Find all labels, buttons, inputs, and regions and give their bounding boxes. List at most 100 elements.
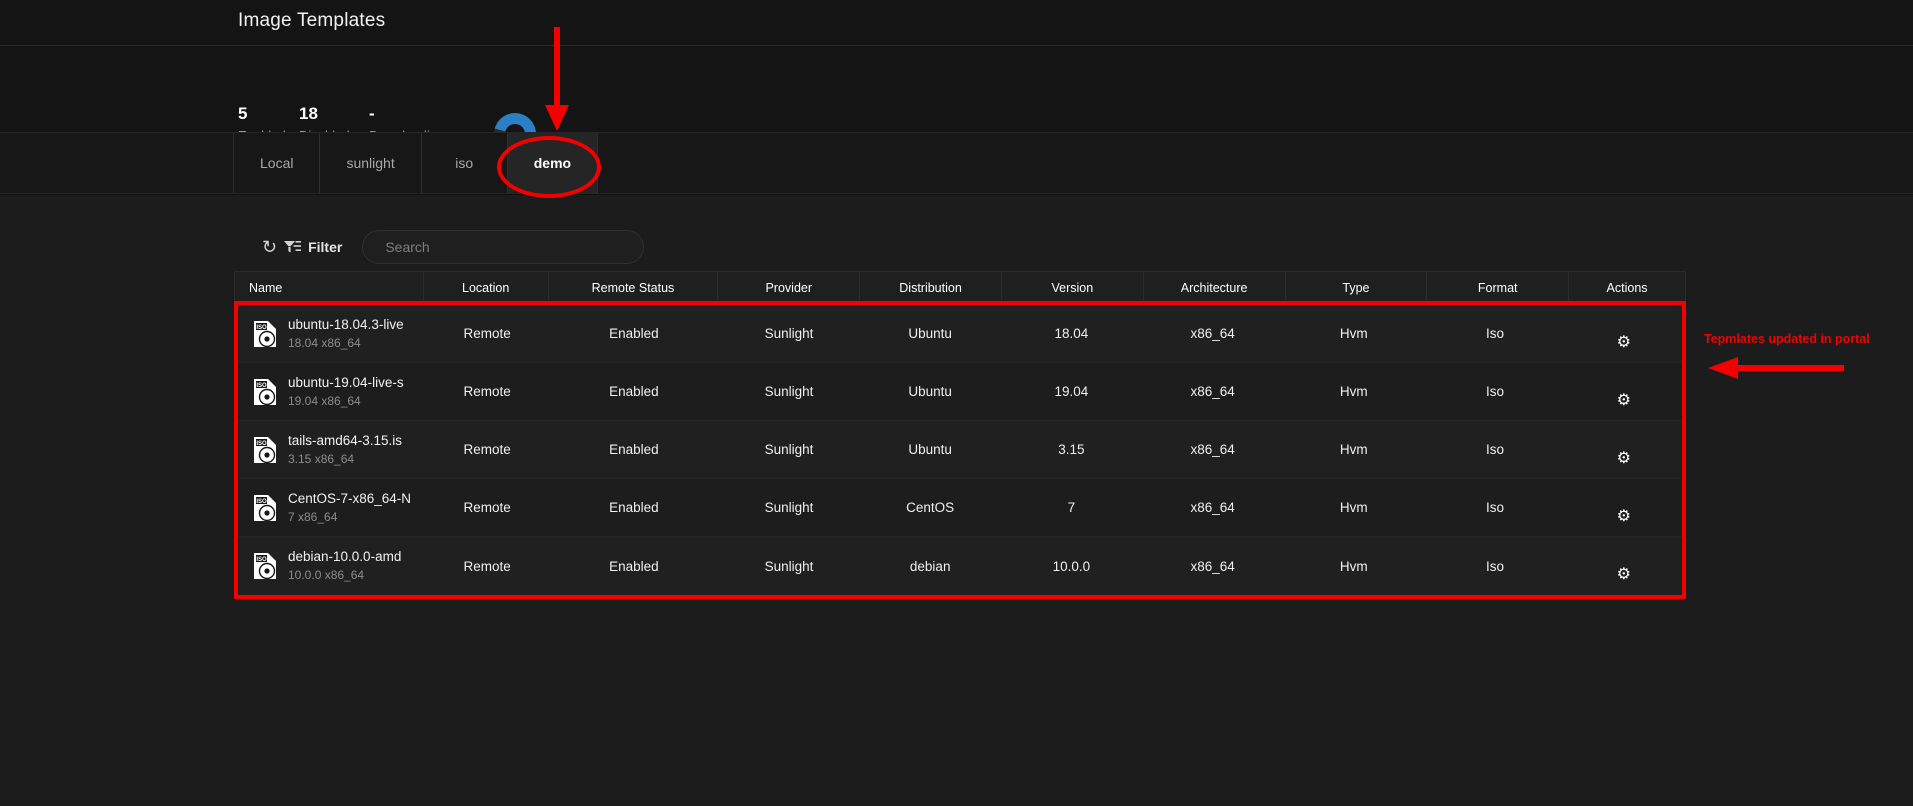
tab-demo-label: demo xyxy=(533,155,572,171)
left-arrow-annotation xyxy=(1708,357,1844,379)
stat-disabled-value: 18 xyxy=(299,104,318,123)
gear-icon[interactable]: ⚙ xyxy=(1617,450,1631,467)
column-header-version[interactable]: Version xyxy=(1000,271,1143,305)
template-subtitle: 7 x86_64 xyxy=(288,509,338,524)
cell-architecture: x86_64 xyxy=(1190,500,1235,515)
cell-name: ISO CentOS-7-x86_64-N 7 x86_64 xyxy=(238,490,425,526)
table-row[interactable]: ISO ubuntu-19.04-live-s 19.04 x86_64 Rem… xyxy=(238,363,1682,421)
template-subtitle: 19.04 x86_64 xyxy=(288,393,361,408)
cell-actions: ⚙ xyxy=(1566,317,1682,351)
svg-text:ISO: ISO xyxy=(256,441,267,447)
tab-iso[interactable]: iso xyxy=(420,133,507,193)
cell-format: Iso xyxy=(1485,500,1504,515)
filter-icon[interactable] xyxy=(284,240,302,254)
stat-enabled-value: 5 xyxy=(238,104,248,123)
gear-icon[interactable]: ⚙ xyxy=(1617,392,1631,409)
cell-type: Hvm xyxy=(1339,384,1368,399)
gear-icon[interactable]: ⚙ xyxy=(1617,567,1631,583)
cell-version: 7 xyxy=(1067,500,1076,515)
gear-icon[interactable]: ⚙ xyxy=(1617,508,1631,525)
column-header-type[interactable]: Type xyxy=(1284,271,1427,305)
template-name: tails-amd64-3.15.is xyxy=(288,432,403,448)
cell-version: 18.04 xyxy=(1054,326,1089,341)
svg-text:ISO: ISO xyxy=(256,383,267,389)
svg-text:ISO: ISO xyxy=(256,325,267,331)
search-input[interactable] xyxy=(385,239,622,255)
cell-remote-status: Enabled xyxy=(609,500,659,515)
cell-location: Remote xyxy=(463,384,511,399)
search-box[interactable] xyxy=(362,230,645,264)
template-name: ubuntu-18.04.3-live xyxy=(288,316,404,332)
cell-architecture: x86_64 xyxy=(1190,558,1235,574)
column-header-architecture[interactable]: Architecture xyxy=(1142,271,1285,305)
iso-file-icon: ISO xyxy=(254,436,276,463)
page-title: Image Templates xyxy=(238,10,386,31)
cell-actions: ⚙ xyxy=(1566,375,1682,409)
name-block: tails-amd64-3.15.is 3.15 x86_64 xyxy=(288,432,402,468)
template-subtitle: 3.15 x86_64 xyxy=(288,451,355,466)
table-row[interactable]: ISO CentOS-7-x86_64-N 7 x86_64 Remote En… xyxy=(238,479,1682,537)
column-header-name[interactable]: Name xyxy=(235,271,423,305)
tab-sunlight[interactable]: sunlight xyxy=(319,133,420,193)
cell-location: Remote xyxy=(463,500,511,515)
name-block: ubuntu-18.04.3-live 18.04 x86_64 xyxy=(288,316,404,352)
cell-architecture: x86_64 xyxy=(1190,442,1235,457)
cell-architecture: x86_64 xyxy=(1190,384,1235,399)
column-header-remote-status[interactable]: Remote Status xyxy=(547,271,718,305)
cell-provider: Sunlight xyxy=(764,442,814,457)
cell-location: Remote xyxy=(463,442,511,457)
cell-format: Iso xyxy=(1485,558,1504,574)
tab-bar: Local sunlight iso demo xyxy=(0,132,1913,194)
iso-file-icon: ISO xyxy=(254,378,276,405)
cell-distribution: debian xyxy=(909,558,951,574)
cell-distribution: Ubuntu xyxy=(908,384,952,399)
name-block: CentOS-7-x86_64-N 7 x86_64 xyxy=(288,490,411,526)
cell-format: Iso xyxy=(1485,442,1504,457)
gear-icon[interactable]: ⚙ xyxy=(1617,334,1631,351)
column-header-actions: Actions xyxy=(1568,271,1685,305)
cell-type: Hvm xyxy=(1339,500,1368,515)
cell-remote-status: Enabled xyxy=(609,384,659,399)
annotation-note: Tepmlates updated in portal xyxy=(1704,332,1870,346)
filter-label[interactable]: Filter xyxy=(308,239,342,255)
cell-provider: Sunlight xyxy=(764,384,814,399)
tab-local-label: Local xyxy=(260,155,294,171)
cell-type: Hvm xyxy=(1339,558,1368,574)
stat-downloading-value: - xyxy=(369,104,375,123)
down-arrow-annotation xyxy=(545,27,569,131)
column-header-location[interactable]: Location xyxy=(422,271,548,305)
template-subtitle: 18.04 x86_64 xyxy=(288,335,361,350)
cell-location: Remote xyxy=(463,558,511,574)
template-name: CentOS-7-x86_64-N xyxy=(288,490,412,506)
cell-provider: Sunlight xyxy=(764,326,814,341)
cell-actions: ⚙ xyxy=(1566,549,1682,583)
title-bar: Image Templates xyxy=(0,0,1913,46)
cell-name: ISO debian-10.0.0-amd 10.0.0 x86_64 xyxy=(238,548,425,584)
template-subtitle: 10.0.0 x86_64 xyxy=(288,568,365,582)
template-name: ubuntu-19.04-live-s xyxy=(288,374,404,390)
cell-provider: Sunlight xyxy=(764,500,814,515)
table-row[interactable]: ISO tails-amd64-3.15.is 3.15 x86_64 Remo… xyxy=(238,421,1682,479)
column-header-provider[interactable]: Provider xyxy=(717,271,859,305)
cell-remote-status: Enabled xyxy=(609,326,659,341)
tab-local[interactable]: Local xyxy=(233,133,319,193)
svg-text:ISO: ISO xyxy=(256,557,267,563)
tab-sunlight-label: sunlight xyxy=(346,155,395,171)
refresh-icon[interactable]: ↻ xyxy=(262,238,277,256)
table-row[interactable]: ISO debian-10.0.0-amd 10.0.0 x86_64 Remo… xyxy=(238,537,1682,595)
column-header-format[interactable]: Format xyxy=(1426,271,1568,305)
table-header-row: Name Location Remote Status Provider Dis… xyxy=(234,271,1686,305)
app-root: Image Templates 5 Enabled 18 Disabled - … xyxy=(0,0,1913,806)
column-header-distribution[interactable]: Distribution xyxy=(859,271,1001,305)
tab-iso-label: iso xyxy=(455,155,474,171)
table-row[interactable]: ISO ubuntu-18.04.3-live 18.04 x86_64 Rem… xyxy=(238,305,1682,363)
cell-format: Iso xyxy=(1485,326,1504,341)
cell-provider: Sunlight xyxy=(764,558,814,574)
cell-remote-status: Enabled xyxy=(609,558,659,574)
tab-demo[interactable]: demo xyxy=(506,133,599,193)
name-block: debian-10.0.0-amd 10.0.0 x86_64 xyxy=(288,548,401,584)
iso-file-icon: ISO xyxy=(254,320,276,347)
table-toolbar: ↻ Filter xyxy=(262,230,645,264)
iso-file-icon: ISO xyxy=(254,494,276,521)
name-block: ubuntu-19.04-live-s 19.04 x86_64 xyxy=(288,374,404,410)
